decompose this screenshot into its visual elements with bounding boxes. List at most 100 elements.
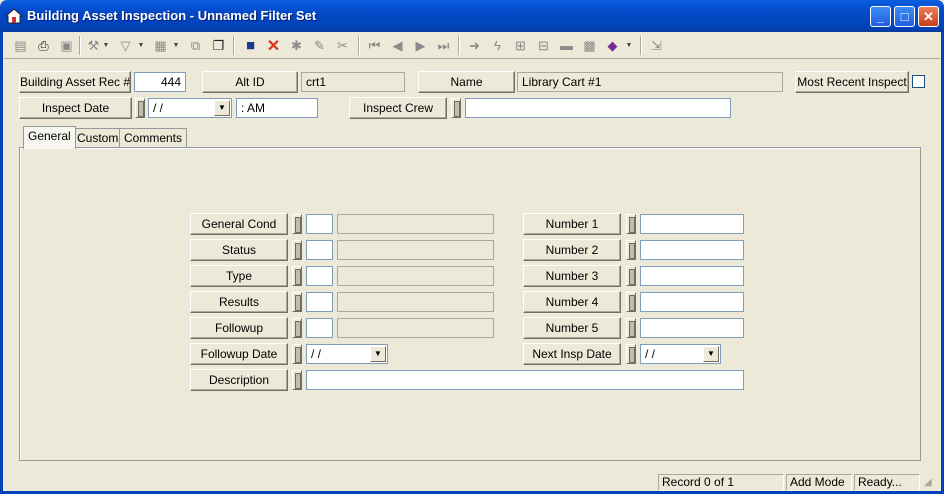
filter-icon[interactable]: ▽ bbox=[115, 35, 136, 56]
lookup-handle-icon[interactable] bbox=[626, 240, 636, 260]
export-icon[interactable]: ⧉ bbox=[185, 35, 206, 56]
lookup-handle-icon[interactable] bbox=[626, 214, 636, 234]
tab-custom[interactable]: Custom bbox=[72, 128, 124, 148]
toolbar-separator bbox=[79, 36, 81, 55]
tab-comments[interactable]: Comments bbox=[119, 128, 188, 148]
inspect-crew-label[interactable]: Inspect Crew bbox=[349, 97, 447, 119]
chevron-down-icon[interactable]: ▼ bbox=[136, 35, 146, 56]
lookup-handle-icon[interactable] bbox=[626, 266, 636, 286]
next-record-icon[interactable]: ▶ bbox=[410, 35, 431, 56]
inspect-date-combo[interactable]: / / ▼ bbox=[148, 98, 232, 118]
goto-icon[interactable]: ➜ bbox=[464, 35, 485, 56]
resize-grip-icon[interactable]: ◢ bbox=[924, 476, 938, 490]
status-label[interactable]: Status bbox=[190, 239, 288, 261]
minimize-button[interactable]: _ bbox=[870, 6, 891, 27]
most-recent-inspect-label[interactable]: Most Recent Inspect bbox=[795, 71, 909, 93]
report-icon[interactable]: ▦ bbox=[150, 35, 171, 56]
stamp-icon[interactable]: ✱ bbox=[286, 35, 307, 56]
list-icon[interactable]: ▤ bbox=[10, 35, 31, 56]
exit-icon[interactable]: ⇲ bbox=[646, 35, 667, 56]
results-code[interactable] bbox=[306, 292, 333, 312]
lookup-handle-icon[interactable] bbox=[626, 318, 636, 338]
lookup-handle-icon[interactable] bbox=[451, 98, 461, 118]
type-desc bbox=[337, 266, 494, 286]
followup-date-combo[interactable]: / / ▼ bbox=[306, 344, 388, 364]
tree-icon[interactable]: ⊟ bbox=[533, 35, 554, 56]
lookup-handle-icon[interactable] bbox=[292, 292, 302, 312]
chevron-down-icon[interactable]: ▼ bbox=[171, 35, 181, 56]
description-field[interactable] bbox=[306, 370, 744, 390]
lookup-handle-icon[interactable] bbox=[292, 318, 302, 338]
print-icon[interactable]: ⎙ bbox=[33, 35, 54, 56]
next-insp-date-label[interactable]: Next Insp Date bbox=[523, 343, 621, 365]
general-cond-desc bbox=[337, 214, 494, 234]
chevron-down-icon[interactable]: ▼ bbox=[703, 346, 719, 362]
inspect-date-label[interactable]: Inspect Date bbox=[19, 97, 132, 119]
description-label[interactable]: Description bbox=[190, 369, 288, 391]
save-icon[interactable]: ■ bbox=[240, 35, 261, 56]
close-window-button[interactable]: ✕ bbox=[918, 6, 939, 27]
number-3-field[interactable] bbox=[640, 266, 744, 286]
tab-general[interactable]: General bbox=[23, 126, 76, 149]
lookup-handle-icon[interactable] bbox=[135, 98, 145, 118]
name-label[interactable]: Name bbox=[418, 71, 515, 93]
chevron-down-icon[interactable]: ▼ bbox=[624, 35, 634, 56]
lookup-handle-icon[interactable] bbox=[292, 240, 302, 260]
hierarchy-icon[interactable]: ⊞ bbox=[510, 35, 531, 56]
cancel-icon[interactable]: ✕ bbox=[263, 35, 284, 56]
chevron-down-icon[interactable]: ▼ bbox=[101, 35, 111, 56]
chevron-down-icon[interactable]: ▼ bbox=[214, 100, 230, 116]
edit-pencil-icon[interactable]: ✎ bbox=[309, 35, 330, 56]
toolbar-separator bbox=[233, 36, 235, 55]
alt-id-field[interactable]: crt1 bbox=[301, 72, 405, 92]
number-5-field[interactable] bbox=[640, 318, 744, 338]
lookup-handle-icon[interactable] bbox=[626, 344, 636, 364]
name-field[interactable]: Library Cart #1 bbox=[517, 72, 783, 92]
building-asset-rec-label[interactable]: Building Asset Rec # bbox=[19, 71, 131, 93]
copy-icon[interactable]: ❐ bbox=[208, 35, 229, 56]
lookup-handle-icon[interactable] bbox=[292, 214, 302, 234]
book-icon[interactable]: ◆ bbox=[602, 35, 623, 56]
number-1-field[interactable] bbox=[640, 214, 744, 234]
number-2-label[interactable]: Number 2 bbox=[523, 239, 621, 261]
status-code[interactable] bbox=[306, 240, 333, 260]
followup-code[interactable] bbox=[306, 318, 333, 338]
lookup-handle-icon[interactable] bbox=[292, 266, 302, 286]
number-5-label[interactable]: Number 5 bbox=[523, 317, 621, 339]
lookup-handle-icon[interactable] bbox=[626, 292, 636, 312]
maximize-button[interactable]: □ bbox=[894, 6, 915, 27]
inspect-crew-field[interactable] bbox=[465, 98, 731, 118]
number-4-label[interactable]: Number 4 bbox=[523, 291, 621, 313]
lookup-handle-icon[interactable] bbox=[292, 370, 302, 390]
followup-label[interactable]: Followup bbox=[190, 317, 288, 339]
grid-icon[interactable]: ▬ bbox=[556, 35, 577, 56]
results-label[interactable]: Results bbox=[190, 291, 288, 313]
status-mode: Add Mode bbox=[786, 474, 852, 491]
general-cond-label[interactable]: General Cond bbox=[190, 213, 288, 235]
building-asset-rec-field[interactable]: 444 bbox=[134, 72, 186, 92]
most-recent-inspect-checkbox[interactable] bbox=[912, 75, 925, 88]
alt-id-label[interactable]: Alt ID bbox=[202, 71, 298, 93]
inspect-time-field[interactable]: : AM bbox=[236, 98, 318, 118]
type-label[interactable]: Type bbox=[190, 265, 288, 287]
status-state: Ready... bbox=[854, 474, 920, 491]
preview-icon[interactable]: ▣ bbox=[56, 35, 77, 56]
cut-icon[interactable]: ✂ bbox=[332, 35, 353, 56]
toolbar-separator bbox=[640, 36, 642, 55]
number-3-label[interactable]: Number 3 bbox=[523, 265, 621, 287]
first-record-icon[interactable]: ⏮ bbox=[364, 35, 385, 56]
number-1-label[interactable]: Number 1 bbox=[523, 213, 621, 235]
previous-record-icon[interactable]: ◀ bbox=[387, 35, 408, 56]
maximize-icon: □ bbox=[900, 9, 909, 24]
type-code[interactable] bbox=[306, 266, 333, 286]
last-record-icon[interactable]: ⏭ bbox=[433, 35, 454, 56]
chevron-down-icon[interactable]: ▼ bbox=[370, 346, 386, 362]
calculator-icon[interactable]: ▩ bbox=[579, 35, 600, 56]
number-4-field[interactable] bbox=[640, 292, 744, 312]
lightning-icon[interactable]: ϟ bbox=[487, 35, 508, 56]
lookup-handle-icon[interactable] bbox=[292, 344, 302, 364]
next-insp-date-combo[interactable]: / / ▼ bbox=[640, 344, 721, 364]
number-2-field[interactable] bbox=[640, 240, 744, 260]
general-cond-code[interactable] bbox=[306, 214, 333, 234]
followup-date-label[interactable]: Followup Date bbox=[190, 343, 288, 365]
